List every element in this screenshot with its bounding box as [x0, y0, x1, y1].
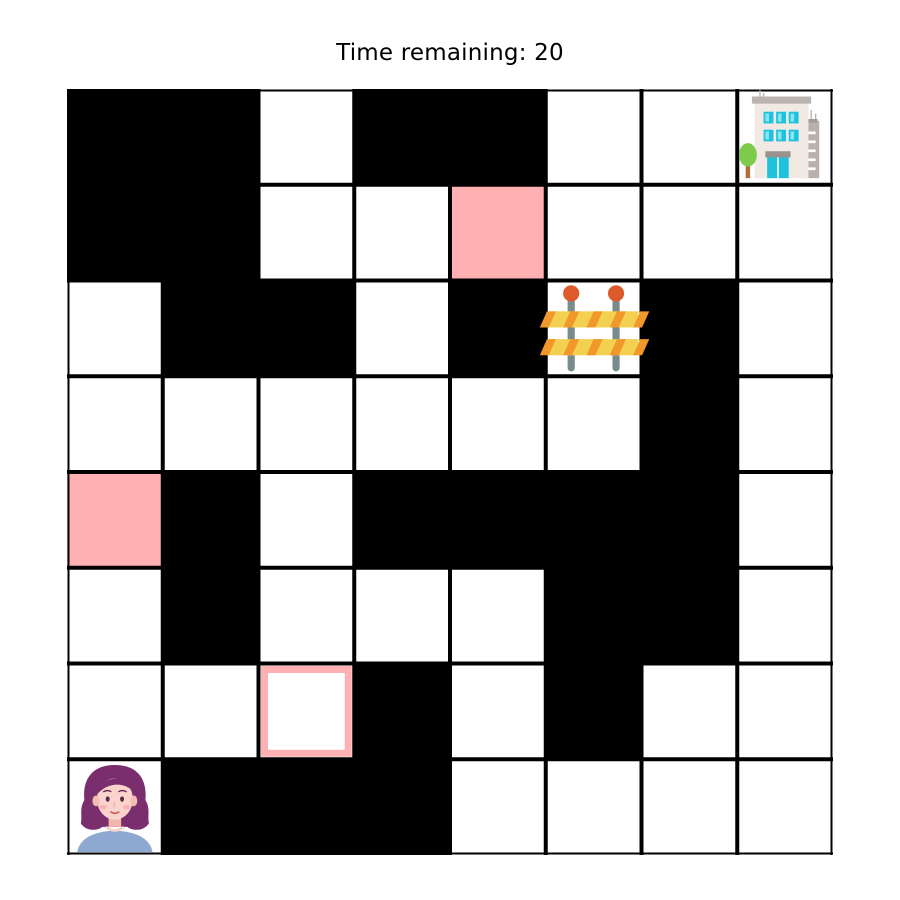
open-cell[interactable] — [545, 184, 642, 281]
wall-cell[interactable] — [641, 472, 738, 568]
open-cell[interactable] — [450, 663, 546, 760]
open-cell[interactable] — [737, 663, 833, 760]
wall-cell[interactable] — [67, 89, 163, 185]
open-cell[interactable] — [737, 472, 833, 568]
wall-cell[interactable] — [162, 184, 259, 281]
open-cell[interactable] — [67, 663, 163, 760]
open-cell[interactable] — [354, 280, 450, 377]
open-cell[interactable] — [641, 184, 738, 281]
open-cell[interactable] — [545, 280, 642, 377]
wall-cell[interactable] — [450, 472, 546, 568]
open-cell[interactable] — [258, 567, 355, 664]
open-cell[interactable] — [737, 567, 833, 664]
open-cell[interactable] — [67, 376, 163, 472]
open-cell[interactable] — [641, 663, 738, 760]
open-cell[interactable] — [162, 376, 259, 472]
wall-cell[interactable] — [162, 280, 259, 377]
open-cell[interactable] — [545, 759, 642, 855]
wall-cell[interactable] — [162, 759, 259, 855]
wall-cell[interactable] — [258, 759, 355, 855]
pink-cell[interactable] — [67, 472, 163, 568]
wall-cell[interactable] — [641, 376, 738, 472]
wall-cell[interactable] — [545, 472, 642, 568]
wall-cell[interactable] — [354, 759, 450, 855]
game-board-svg — [67, 89, 833, 855]
open-cell[interactable] — [737, 184, 833, 281]
wall-cell[interactable] — [162, 89, 259, 185]
pink-cell[interactable] — [450, 184, 546, 281]
wall-cell[interactable] — [354, 89, 450, 185]
open-cell[interactable] — [67, 567, 163, 664]
open-cell[interactable] — [67, 280, 163, 377]
open-cell[interactable] — [450, 567, 546, 664]
open-cell[interactable] — [354, 376, 450, 472]
open-cell[interactable] — [641, 89, 738, 185]
wall-cell[interactable] — [545, 567, 642, 664]
wall-cell[interactable] — [354, 472, 450, 568]
wall-cell[interactable] — [67, 184, 163, 281]
wall-cell[interactable] — [258, 280, 355, 377]
pink-outlined-cell[interactable] — [258, 663, 355, 760]
open-cell[interactable] — [354, 184, 450, 281]
open-cell[interactable] — [258, 376, 355, 472]
wall-cell[interactable] — [641, 280, 738, 377]
open-cell[interactable] — [258, 184, 355, 281]
wall-cell[interactable] — [162, 472, 259, 568]
time-remaining-label: Time remaining: 20 — [336, 40, 564, 66]
open-cell[interactable] — [641, 759, 738, 855]
open-cell[interactable] — [450, 376, 546, 472]
open-cell[interactable] — [162, 663, 259, 760]
open-cell[interactable] — [737, 376, 833, 472]
wall-cell[interactable] — [545, 663, 642, 760]
woman-avatar-icon — [77, 764, 153, 852]
wall-cell[interactable] — [162, 567, 259, 664]
wall-cell[interactable] — [354, 663, 450, 760]
wall-cell[interactable] — [450, 89, 546, 185]
open-cell[interactable] — [450, 759, 546, 855]
open-cell[interactable] — [258, 472, 355, 568]
open-cell[interactable] — [545, 376, 642, 472]
open-cell[interactable] — [737, 759, 833, 855]
open-cell[interactable] — [545, 89, 642, 185]
wall-cell[interactable] — [450, 280, 546, 377]
open-cell[interactable] — [354, 567, 450, 664]
open-cell[interactable] — [258, 89, 355, 185]
wall-cell[interactable] — [641, 567, 738, 664]
game-board — [67, 89, 833, 855]
open-cell[interactable] — [737, 280, 833, 377]
